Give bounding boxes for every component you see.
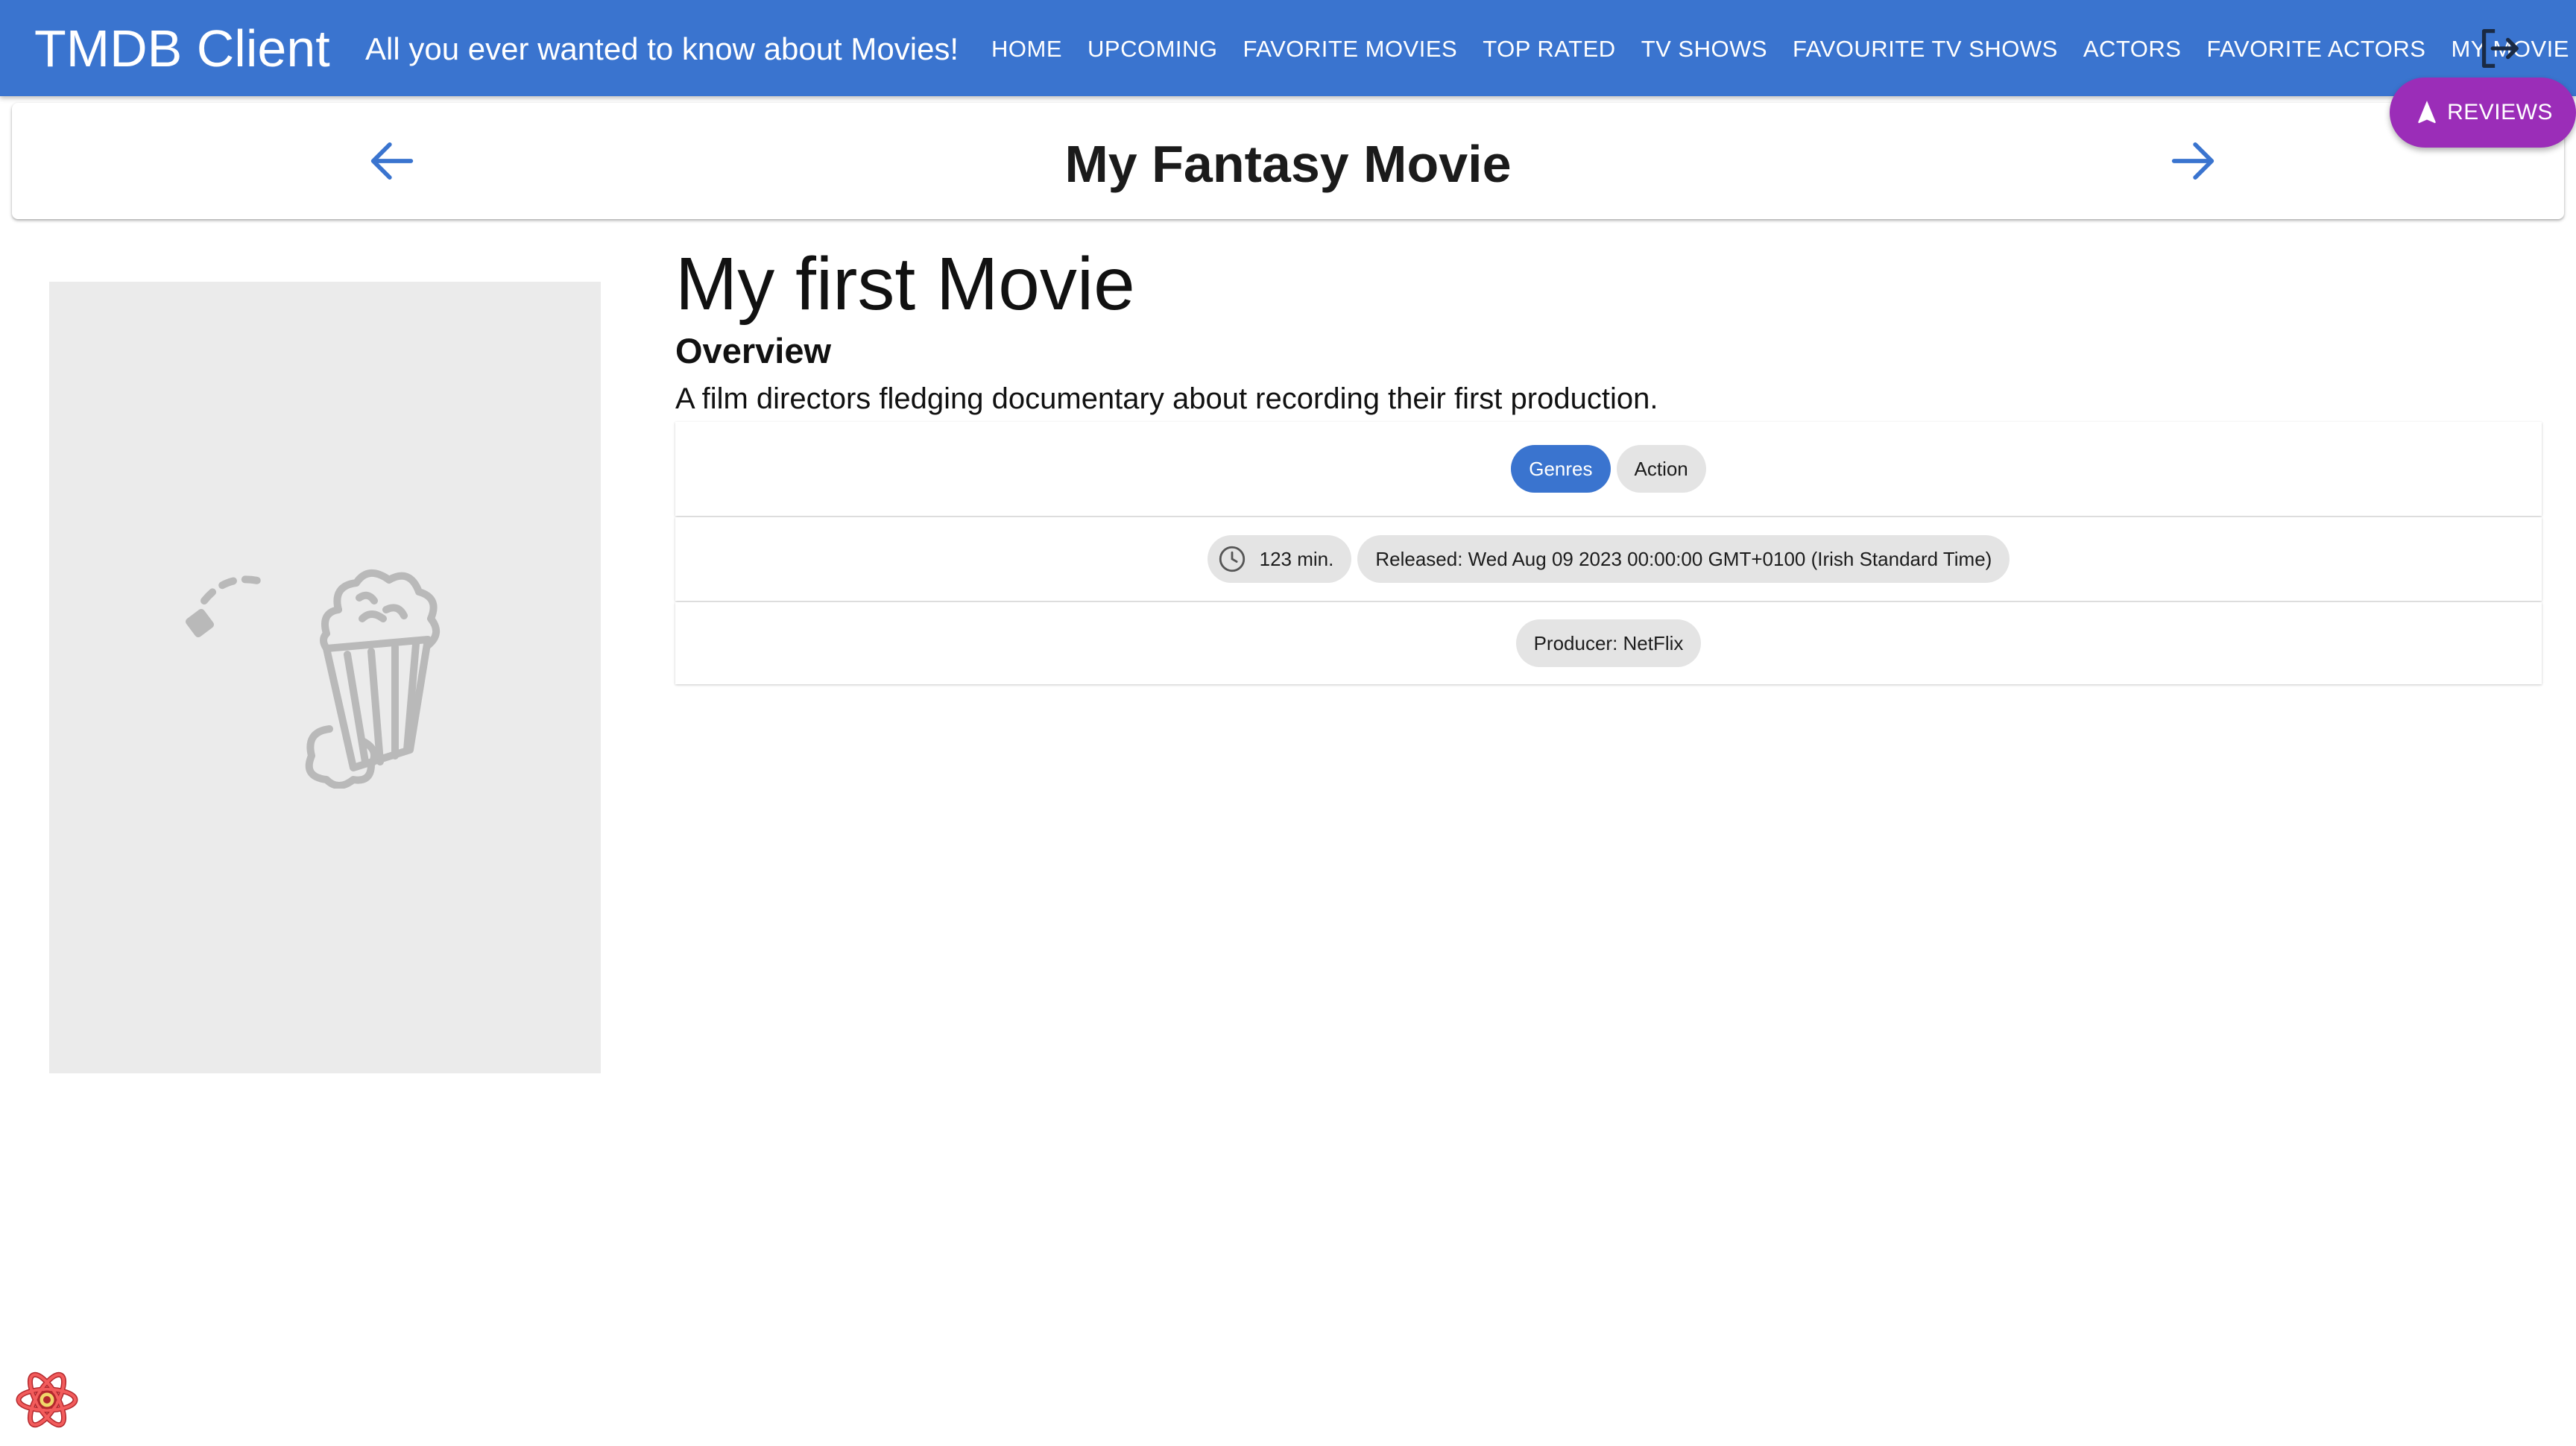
popcorn-icon: [186, 569, 440, 789]
runtime-chip[interactable]: 123 min.: [1207, 535, 1352, 583]
genres-row: Genres Action: [675, 422, 2542, 516]
nav-favorite-movies[interactable]: FAVORITE MOVIES: [1231, 33, 1471, 66]
movie-poster: [49, 282, 601, 1073]
runtime-text: 123 min.: [1259, 547, 1334, 570]
nav-home[interactable]: HOME: [979, 33, 1075, 66]
release-date-chip[interactable]: Released: Wed Aug 09 2023 00:00:00 GMT+0…: [1357, 535, 2010, 583]
navigation-icon: [2418, 101, 2436, 124]
overview-heading: Overview: [675, 331, 832, 370]
nav-favorite-actors[interactable]: FAVORITE ACTORS: [2194, 33, 2438, 66]
genre-chip[interactable]: Action: [1616, 445, 1706, 493]
main-nav: HOME UPCOMING FAVORITE MOVIES TOP RATED …: [979, 33, 2576, 66]
nav-upcoming[interactable]: UPCOMING: [1075, 33, 1231, 66]
meta-row: 123 min. Released: Wed Aug 09 2023 00:00…: [675, 517, 2542, 601]
logout-icon[interactable]: [2473, 22, 2525, 75]
clock-icon: [1219, 546, 1245, 572]
page-header: My Fantasy Movie: [12, 103, 2564, 219]
movie-title: My first Movie: [675, 242, 1135, 326]
nav-tv-shows[interactable]: TV SHOWS: [1629, 33, 1780, 66]
overview-text: A film directors fledging documentary ab…: [675, 382, 1658, 415]
nav-favourite-tv-shows[interactable]: FAVOURITE TV SHOWS: [1780, 33, 2071, 66]
app-brand[interactable]: TMDB Client: [34, 16, 330, 80]
nav-actors[interactable]: ACTORS: [2071, 33, 2194, 66]
reviews-button-label: REVIEWS: [2447, 100, 2553, 124]
react-devtools-icon[interactable]: [15, 1370, 79, 1430]
app-bar: TMDB Client All you ever wanted to know …: [0, 0, 2576, 96]
nav-top-rated[interactable]: TOP RATED: [1470, 33, 1628, 66]
app-tagline: All you ever wanted to know about Movies…: [365, 31, 959, 66]
producer-chip[interactable]: Producer: NetFlix: [1515, 619, 1702, 667]
producer-row: Producer: NetFlix: [675, 602, 2542, 684]
arrow-forward-icon[interactable]: [2165, 133, 2221, 189]
reviews-button[interactable]: REVIEWS: [2390, 78, 2576, 148]
genres-label-chip[interactable]: Genres: [1511, 445, 1611, 493]
